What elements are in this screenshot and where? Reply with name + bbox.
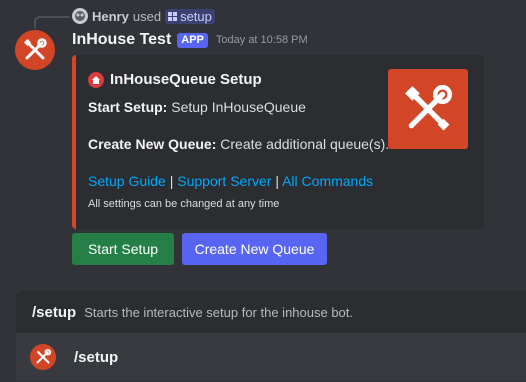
command-hint[interactable]: /setup Starts the interactive setup for … [16,291,526,333]
setup-guide-link[interactable]: Setup Guide [88,173,166,189]
message-header: InHouse Test APP Today at 10:58 PM [72,31,308,49]
field-label: Create New Queue: [88,136,217,152]
bot-avatar[interactable] [15,30,55,70]
start-setup-button[interactable]: Start Setup [72,233,174,265]
command-input[interactable]: /setup [16,333,526,381]
bot-avatar-small [30,344,56,370]
slash-command-icon [168,11,178,21]
reply-connector [34,16,70,28]
tools-icon [23,38,47,60]
setup-embed: InHouseQueue Setup Start Setup: Setup In… [72,55,484,229]
embed-title: InHouseQueue Setup [88,71,262,88]
field-value: Setup InHouseQueue [167,99,306,115]
command-hint-description: Starts the interactive setup for the inh… [84,304,354,320]
link-separator: | [165,173,178,189]
slash-command-bar: /setup Starts the interactive setup for … [16,291,526,381]
bot-name[interactable]: InHouse Test [72,31,171,49]
command-input-value: /setup [74,348,119,366]
reply-action: used [132,8,162,24]
create-new-queue-button[interactable]: Create New Queue [182,233,327,265]
house-icon [88,71,104,88]
command-mention[interactable]: setup [165,8,215,24]
link-separator: | [271,173,283,189]
embed-footer-note: All settings can be changed at any time [88,198,280,210]
field-label: Start Setup: [88,99,168,115]
user-avatar[interactable] [72,8,88,24]
reply-context[interactable]: Henry used setup [72,8,215,24]
embed-thumbnail[interactable] [388,69,468,149]
embed-links: Setup Guide | Support Server | All Comma… [88,173,373,189]
tools-icon [36,348,52,364]
all-commands-link[interactable]: All Commands [282,173,373,189]
embed-title-text: InHouseQueue Setup [110,71,262,88]
app-badge: APP [177,32,208,48]
reply-username[interactable]: Henry [92,9,129,24]
message-timestamp: Today at 10:58 PM [215,34,308,46]
command-hint-name: /setup [32,303,77,321]
tools-icon [405,84,453,131]
embed-field-create-queue: Create New Queue: Create additional queu… [88,136,389,152]
support-server-link[interactable]: Support Server [177,173,271,189]
embed-field-start-setup: Start Setup: Setup InHouseQueue [88,99,306,115]
command-mention-label: setup [180,8,212,24]
field-value: Create additional queue(s). [216,136,390,152]
